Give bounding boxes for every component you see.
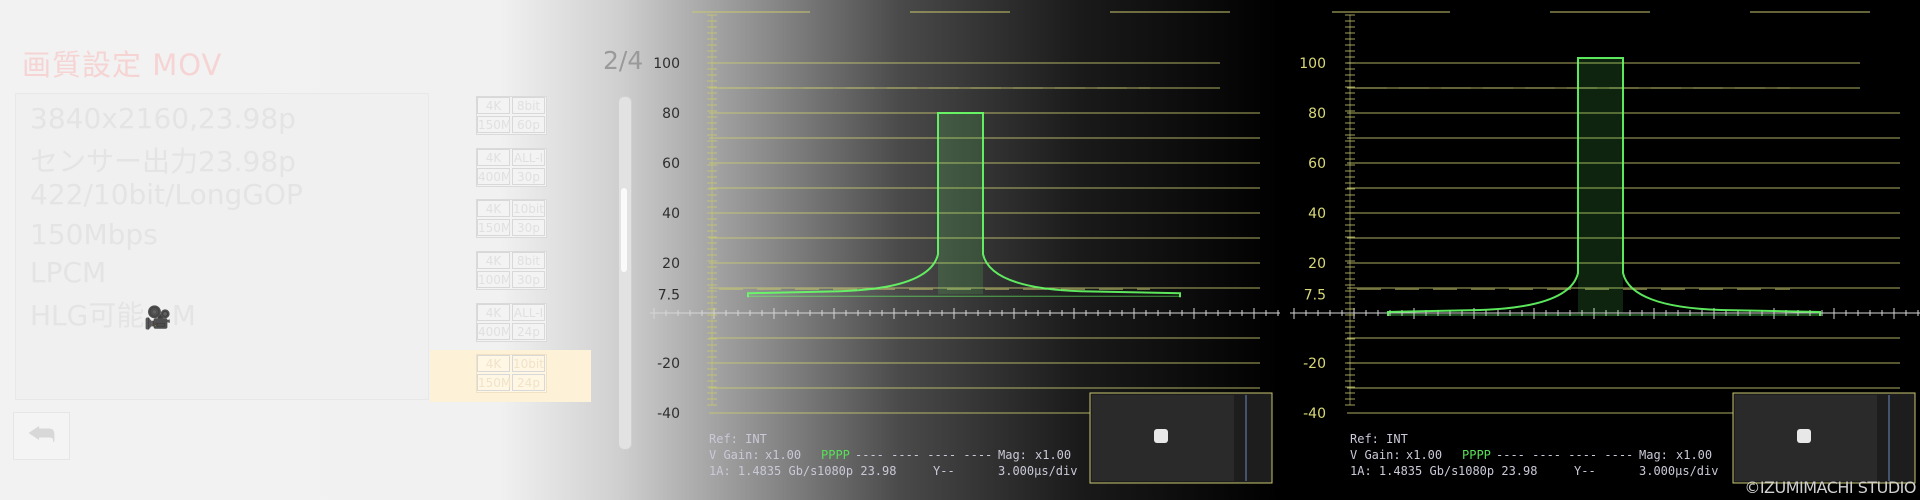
scope-link: 1A: 1.4835 Gb/s [709, 464, 818, 478]
y-tick-label: 60 [662, 156, 680, 172]
y-tick-label: 7.5 [658, 287, 680, 303]
scope-pattern: PPPP [1462, 448, 1491, 462]
y-tick-label: -40 [657, 406, 680, 422]
scope-mag-value: x1.00 [1035, 448, 1072, 462]
scope-pattern-dashes: ---- ---- ---- ---- [855, 448, 993, 462]
thumbnail-subject [1154, 429, 1168, 443]
scope-pattern: PPPP [821, 448, 850, 462]
scope-timebase: 3.000µs/div [1639, 464, 1719, 478]
scope-y-label: Y-- [933, 464, 955, 478]
scope-vgain-value: x1.00 [765, 448, 802, 462]
y-tick-label: 40 [1308, 206, 1326, 222]
scope-vgain-label: V Gain: [709, 448, 760, 462]
thumbnail-subject [1797, 429, 1811, 443]
y-tick-label: -20 [657, 356, 680, 372]
scope-timebase: 3.000µs/div [998, 464, 1078, 478]
y-tick-label: 100 [1299, 56, 1326, 72]
waveform-scopes: 100 80 60 40 20 7.5 -20 -40 100 80 60 40 20 7.5 -20 -40 [650, 11, 1920, 484]
y-tick-label: -40 [1303, 406, 1326, 422]
scope-link: 1A: 1.4835 Gb/s [1350, 464, 1459, 478]
waveform-spike-fill [1578, 58, 1623, 313]
copyright: ©IZUMIMACHI STUDIO [1744, 478, 1916, 497]
scope-mag-value: x1.00 [1676, 448, 1713, 462]
scope-ref: Ref: INT [1350, 432, 1408, 446]
y-tick-label: 20 [1308, 256, 1326, 272]
y-tick-label: 80 [1308, 106, 1326, 122]
y-tick-label: 7.5 [1304, 287, 1326, 303]
y-tick-label: 20 [662, 256, 680, 272]
scope-ref: Ref: INT [709, 432, 767, 446]
scope-format: 1080p 23.98 [1458, 464, 1538, 478]
scope-format: 1080p 23.98 [817, 464, 897, 478]
scope-pattern-dashes: ---- ---- ---- ---- [1496, 448, 1634, 462]
y-tick-label: 80 [662, 106, 680, 122]
y-tick-label: 60 [1308, 156, 1326, 172]
y-tick-label: 40 [662, 206, 680, 222]
scope-mag-label: Mag: [1639, 448, 1668, 462]
scope-y-label: Y-- [1574, 464, 1596, 478]
scope-mag-label: Mag: [998, 448, 1027, 462]
y-tick-label: 100 [653, 56, 680, 72]
y-tick-label: -20 [1303, 356, 1326, 372]
waveform-spike-fill [938, 113, 983, 295]
scope-vgain-value: x1.00 [1406, 448, 1443, 462]
scope-vgain-label: V Gain: [1350, 448, 1401, 462]
